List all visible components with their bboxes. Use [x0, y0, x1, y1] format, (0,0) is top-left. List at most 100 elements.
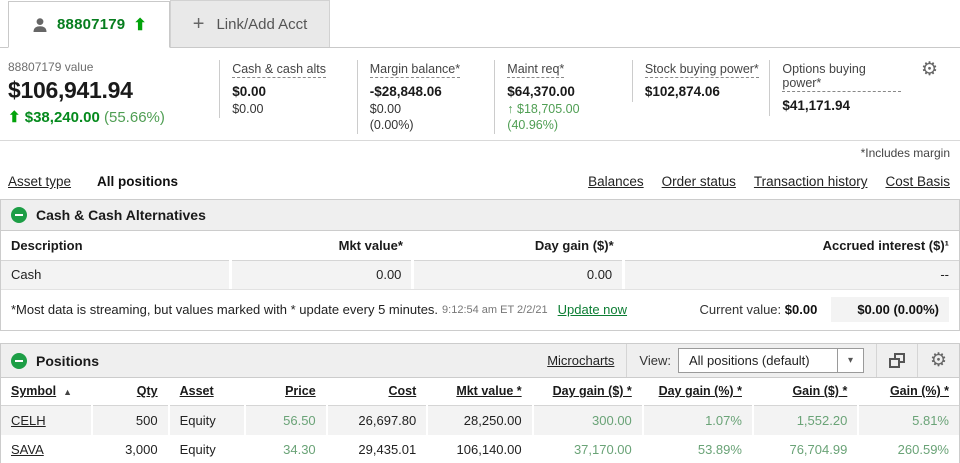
order-status-link[interactable]: Order status [662, 174, 736, 189]
col-price[interactable]: Price [245, 378, 326, 405]
gain-up-arrow-icon: ⬆ [8, 109, 21, 126]
cost-basis-link[interactable]: Cost Basis [885, 174, 950, 189]
metric-label[interactable]: Cash & cash alts [232, 62, 326, 78]
current-total: $0.00 (0.00%) [831, 297, 949, 322]
metric-maint-req: Maint req* $64,370.00 ↑ $18,705.00 (40.9… [494, 60, 632, 134]
view-dropdown-value: All positions (default) [679, 353, 837, 368]
col-day-gain-percent[interactable]: Day gain (%) * [643, 378, 753, 405]
col-mkt-value: Mkt value* [231, 231, 413, 260]
popout-square-front [889, 358, 900, 368]
col-asset[interactable]: Asset [169, 378, 246, 405]
account-gain: ⬆ $38,240.00 (55.66%) [8, 108, 219, 126]
symbol-link[interactable]: CELH [11, 413, 46, 428]
current-value-label: Current value: [700, 302, 782, 317]
view-label: View: [639, 353, 671, 368]
positions-table: Symbol▲ Qty Asset Price Cost Mkt value *… [1, 378, 959, 463]
tab-account[interactable]: 88807179 ⬆ [8, 1, 170, 48]
cash-row: Cash 0.00 0.00 -- [1, 260, 959, 289]
day-gain-dollar-cell: 300.00 [533, 405, 643, 435]
col-description: Description [1, 231, 231, 260]
metric-subvalue: $0.00 [370, 102, 489, 116]
cash-table: Description Mkt value* Day gain ($)* Acc… [1, 231, 959, 289]
symbol-cell: CELH [1, 405, 92, 435]
gain-dollar-cell: 76,704.99 [753, 435, 858, 463]
update-now-link[interactable]: Update now [558, 302, 627, 317]
account-up-arrow-icon: ⬆ [133, 15, 146, 35]
metric-value: -$28,848.06 [370, 84, 489, 99]
plus-icon: + [193, 13, 205, 36]
person-icon [31, 17, 49, 33]
collapse-icon[interactable] [11, 353, 27, 369]
view-dropdown[interactable]: All positions (default) ▾ [678, 348, 864, 373]
mkt-value-cell: 28,250.00 [427, 405, 532, 435]
cost-cell: 29,435.01 [327, 435, 428, 463]
col-qty[interactable]: Qty [92, 378, 169, 405]
position-row-sava: SAVA 3,000 Equity 34.30 29,435.01 106,14… [1, 435, 959, 463]
balances-link[interactable]: Balances [588, 174, 644, 189]
positions-header-row: Symbol▲ Qty Asset Price Cost Mkt value *… [1, 378, 959, 405]
positions-controls: Microcharts View: All positions (default… [547, 344, 949, 377]
col-mkt-value[interactable]: Mkt value * [427, 378, 532, 405]
gain-amount: $38,240.00 [25, 109, 100, 126]
metric-label[interactable]: Stock buying power* [645, 62, 759, 78]
asset-type-link[interactable]: Asset type [8, 174, 71, 189]
collapse-icon[interactable] [11, 207, 27, 223]
metric-options-buying-power: Options buying power* $41,171.94 [769, 60, 907, 116]
col-symbol[interactable]: Symbol▲ [1, 378, 92, 405]
chevron-down-icon[interactable]: ▾ [837, 349, 863, 372]
microcharts-link[interactable]: Microcharts [547, 353, 614, 368]
metric-label[interactable]: Maint req* [507, 62, 564, 78]
cash-header-row: Description Mkt value* Day gain ($)* Acc… [1, 231, 959, 260]
mkt-value-cell: 106,140.00 [427, 435, 532, 463]
gear-icon[interactable]: ⚙ [921, 59, 938, 80]
col-cost[interactable]: Cost [327, 378, 428, 405]
account-value-label: 88807179 value [8, 60, 219, 74]
symbol-link[interactable]: SAVA [11, 442, 44, 457]
metric-cash-and-cash-alts: Cash & cash alts $0.00 $0.00 [219, 60, 357, 118]
popout-icon[interactable] [889, 353, 905, 368]
day-gain-dollar-cell: 37,170.00 [533, 435, 643, 463]
account-number: 88807179 [57, 16, 125, 33]
cash-section-title: Cash & Cash Alternatives [36, 207, 206, 223]
gain-percent-cell: 260.59% [858, 435, 959, 463]
metric-subvalue: ↑ $18,705.00 [507, 102, 626, 116]
divider [876, 344, 877, 377]
nav-left: Asset type All positions [8, 174, 178, 189]
transaction-history-link[interactable]: Transaction history [754, 174, 868, 189]
col-day-gain-dollar[interactable]: Day gain ($) * [533, 378, 643, 405]
col-day-gain: Day gain ($)* [413, 231, 624, 260]
qty-cell: 500 [92, 405, 169, 435]
asset-cell: Equity [169, 435, 246, 463]
gain-percent: (55.66%) [104, 109, 165, 126]
col-accrued-interest: Accrued interest ($)¹ [624, 231, 959, 260]
price-cell: 34.30 [245, 435, 326, 463]
current-value-group: Current value: $0.00 $0.00 (0.00%) [700, 297, 950, 322]
sort-asc-icon: ▲ [63, 387, 72, 397]
cash-section: Cash & Cash Alternatives Description Mkt… [0, 199, 960, 331]
metric-margin-balance: Margin balance* -$28,848.06 $0.00 (0.00%… [357, 60, 495, 134]
streaming-note: *Most data is streaming, but values mark… [11, 302, 438, 317]
streaming-note-row: *Most data is streaming, but values mark… [1, 289, 959, 330]
metric-label[interactable]: Options buying power* [782, 62, 901, 92]
gain-dollar-cell: 1,552.20 [753, 405, 858, 435]
col-gain-dollar[interactable]: Gain ($) * [753, 378, 858, 405]
metric-label[interactable]: Margin balance* [370, 62, 460, 78]
positions-nav-row: Asset type All positions Balances Order … [0, 160, 960, 199]
positions-section-header: Positions Microcharts View: All position… [1, 344, 959, 378]
tab-link-add-account[interactable]: + Link/Add Acct [170, 0, 331, 47]
positions-section: Positions Microcharts View: All position… [0, 343, 960, 463]
symbol-cell: SAVA [1, 435, 92, 463]
summary-settings: ⚙ [907, 60, 952, 80]
current-value: $0.00 [785, 302, 818, 317]
cost-cell: 26,697.80 [327, 405, 428, 435]
positions-section-title: Positions [36, 353, 99, 369]
cash-section-header: Cash & Cash Alternatives [1, 200, 959, 231]
account-value: $106,941.94 [8, 77, 219, 104]
cash-mkt-value: 0.00 [231, 260, 413, 289]
divider [626, 344, 627, 377]
col-gain-percent[interactable]: Gain (%) * [858, 378, 959, 405]
day-gain-percent-cell: 1.07% [643, 405, 753, 435]
gear-icon[interactable]: ⚙ [930, 351, 947, 370]
price-cell: 56.50 [245, 405, 326, 435]
account-tab-bar: 88807179 ⬆ + Link/Add Acct [0, 0, 960, 48]
